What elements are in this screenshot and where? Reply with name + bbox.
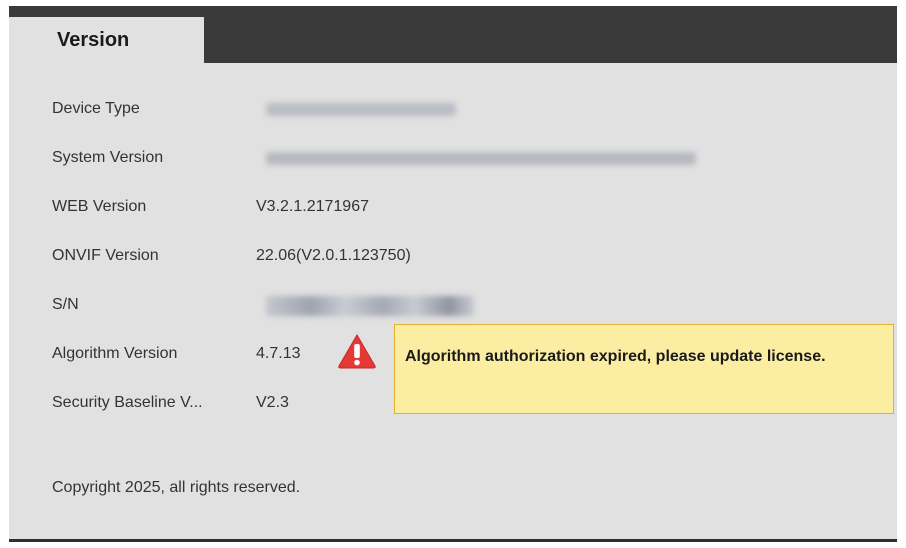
row-device-type: Device Type bbox=[52, 96, 872, 145]
version-panel: Version Device Type System Version WEB V… bbox=[9, 6, 897, 542]
tab-bar: Version bbox=[9, 6, 897, 63]
version-info-list: Device Type System Version WEB Version V… bbox=[52, 96, 894, 439]
row-system-version: System Version bbox=[52, 145, 872, 194]
algorithm-version-value: 4.7.13 bbox=[256, 345, 301, 362]
tab-version[interactable]: Version bbox=[9, 17, 204, 63]
algorithm-version-label: Algorithm Version bbox=[52, 345, 178, 362]
serial-number-label: S/N bbox=[52, 296, 79, 313]
row-onvif-version: ONVIF Version 22.06(V2.0.1.123750) bbox=[52, 243, 872, 292]
security-baseline-label: Security Baseline V... bbox=[52, 394, 203, 411]
security-baseline-value: V2.3 bbox=[256, 394, 289, 411]
row-web-version: WEB Version V3.2.1.2171967 bbox=[52, 194, 872, 243]
onvif-version-value: 22.06(V2.0.1.123750) bbox=[256, 247, 411, 264]
row-algorithm-version: Algorithm Version 4.7.13 Algorithm autho… bbox=[52, 324, 894, 414]
copyright-text: Copyright 2025, all rights reserved. bbox=[52, 479, 301, 496]
system-version-value-blurred bbox=[266, 152, 696, 165]
serial-number-value-blurred bbox=[266, 296, 474, 316]
web-version-value: V3.2.1.2171967 bbox=[256, 198, 369, 215]
onvif-version-label: ONVIF Version bbox=[52, 247, 159, 264]
system-version-label: System Version bbox=[52, 149, 164, 166]
row-security-baseline-version: Security Baseline V... V2.3 bbox=[52, 390, 872, 439]
device-type-label: Device Type bbox=[52, 100, 140, 117]
warning-triangle-icon[interactable] bbox=[337, 333, 377, 369]
web-version-label: WEB Version bbox=[52, 198, 147, 215]
device-type-value-blurred bbox=[266, 103, 456, 116]
